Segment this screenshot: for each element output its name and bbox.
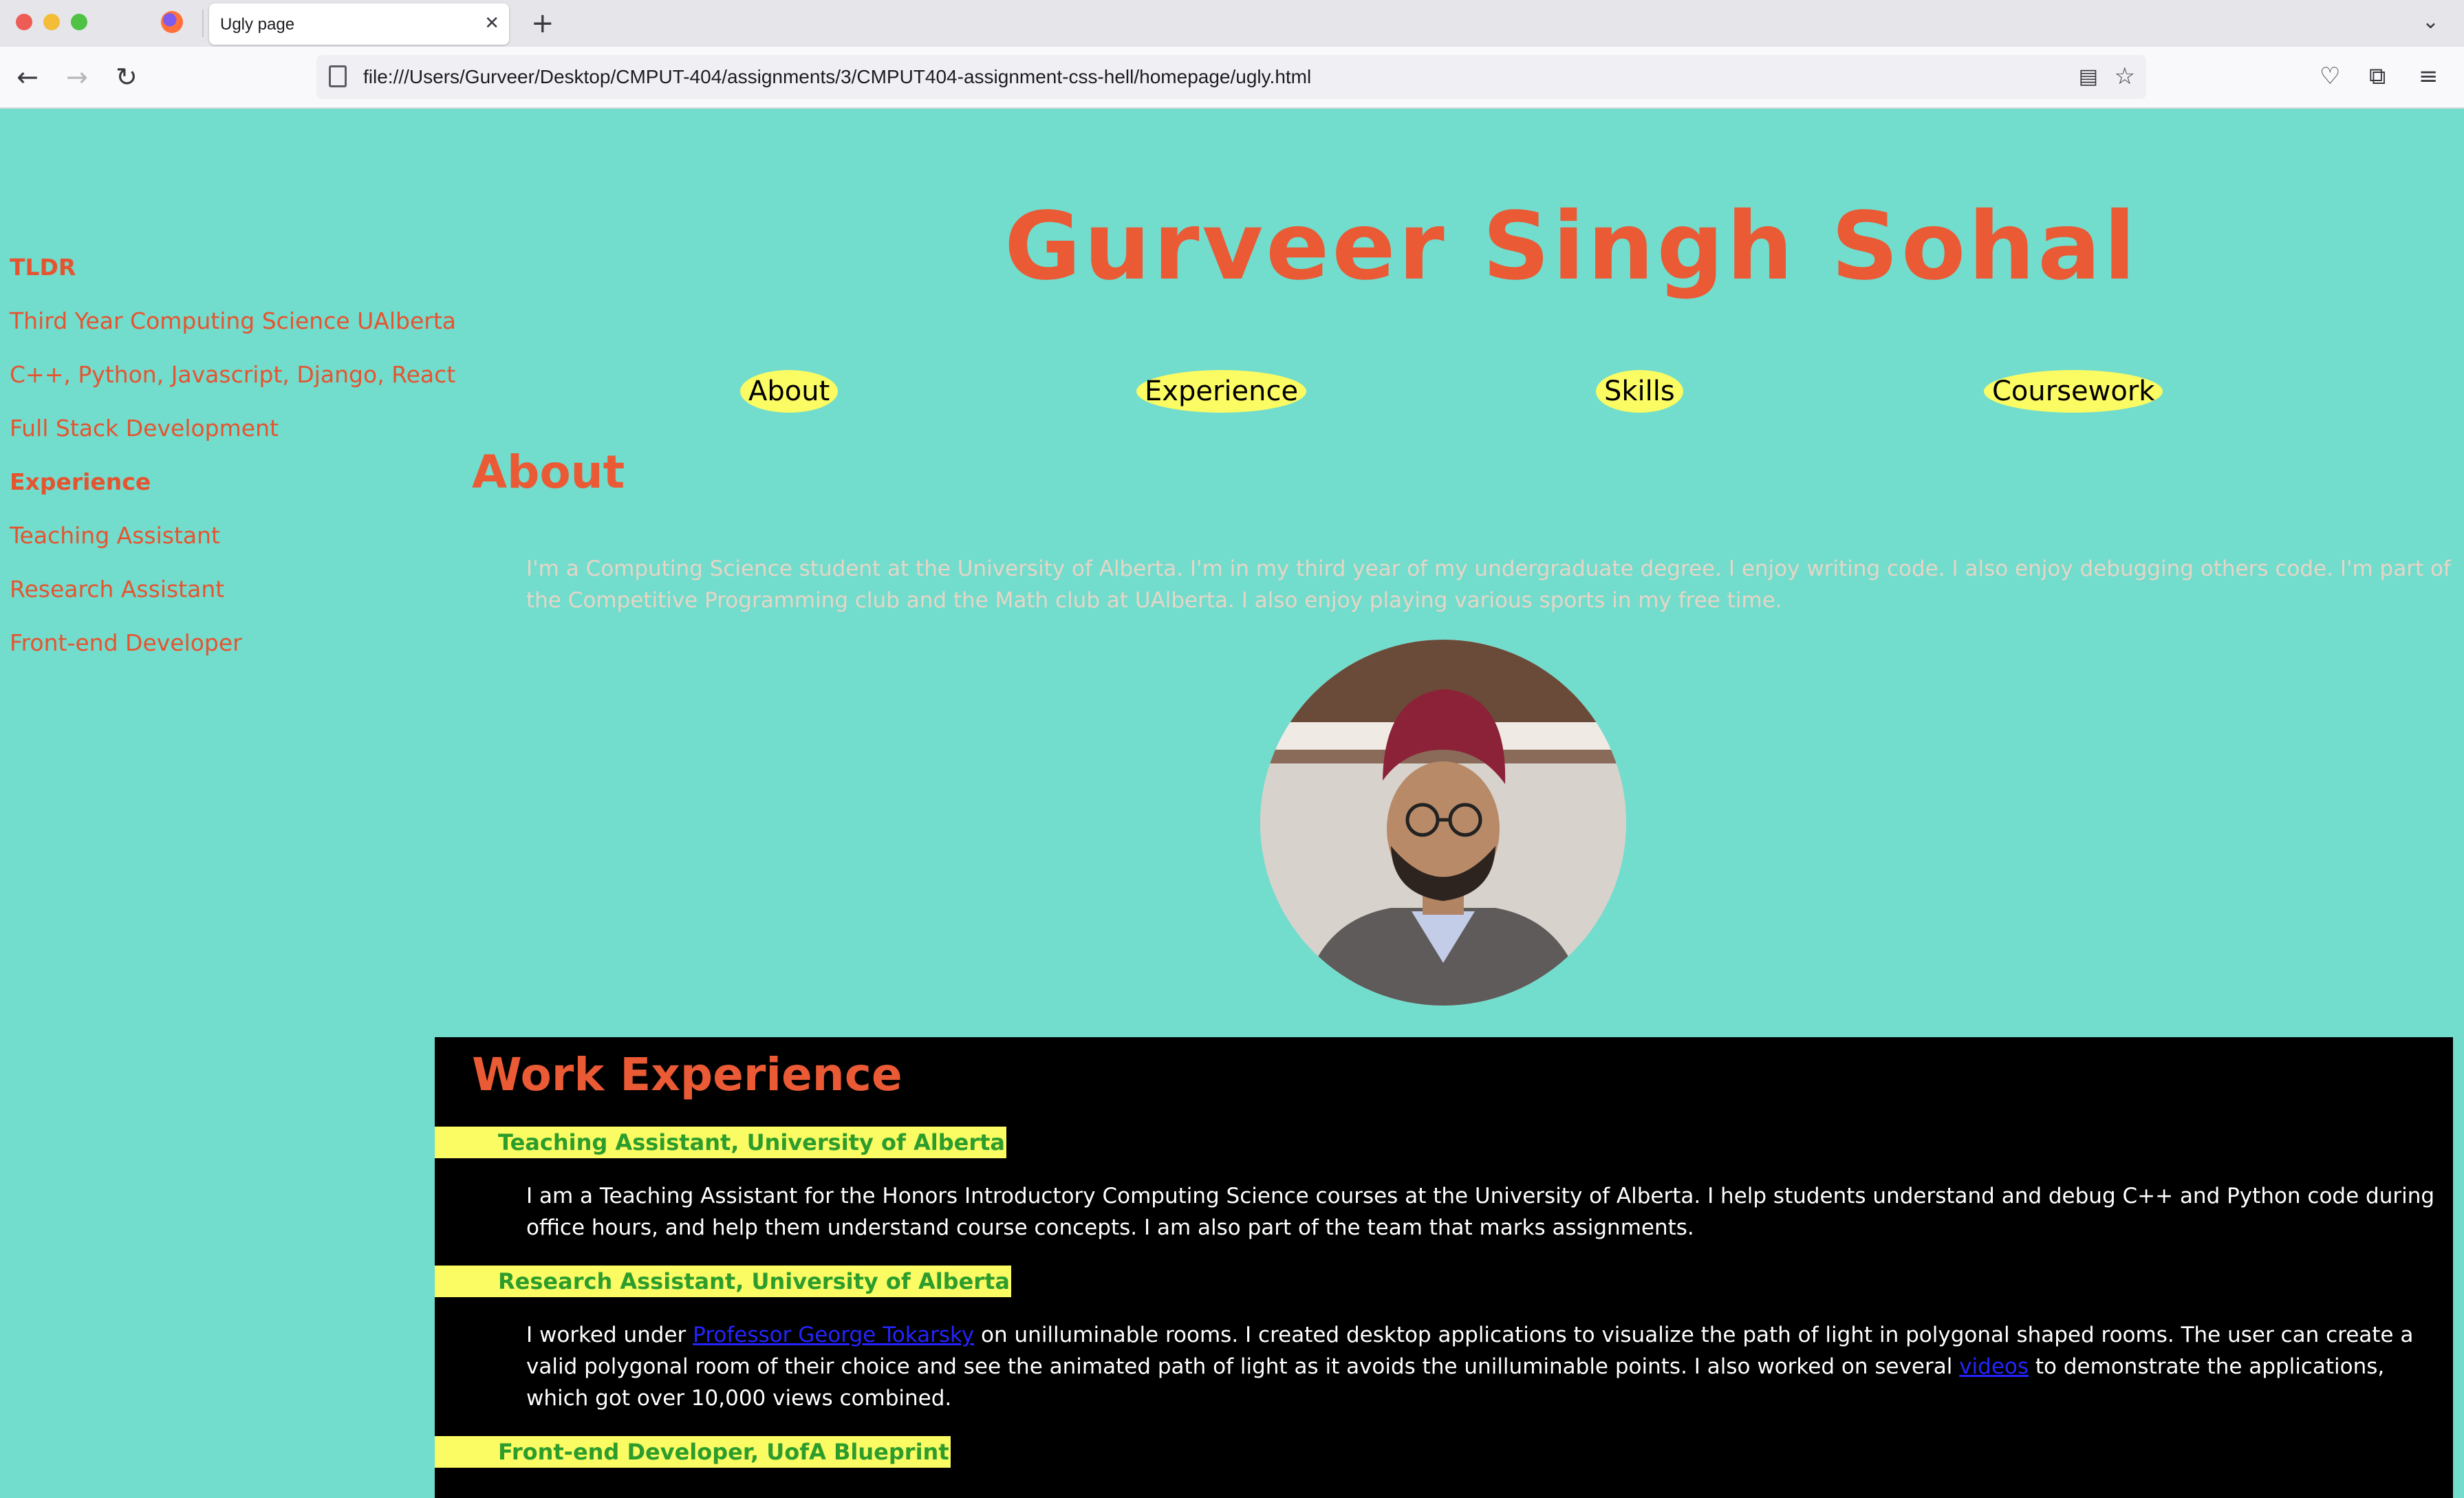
- new-tab-icon[interactable]: +: [531, 4, 554, 43]
- videos-link[interactable]: videos: [1959, 1354, 2029, 1379]
- sidebar-item-languages[interactable]: C++, Python, Javascript, Django, React: [10, 348, 456, 402]
- bookmark-star-icon[interactable]: ☆: [2115, 63, 2135, 89]
- window-maximize-button[interactable]: [71, 14, 87, 30]
- url-text[interactable]: file:///Users/Gurveer/Desktop/CMPUT-404/…: [363, 66, 1311, 88]
- nav-skills[interactable]: Skills: [1596, 370, 1683, 413]
- forward-icon[interactable]: →: [66, 62, 88, 92]
- page-content: TLDR Third Year Computing Science UAlber…: [0, 110, 2464, 1498]
- profile-photo: [1260, 640, 1626, 1006]
- back-icon[interactable]: ←: [17, 62, 39, 92]
- site-title: Gurveer Singh Sohal: [1004, 193, 2139, 301]
- sidebar-item-experience[interactable]: Experience: [10, 455, 456, 509]
- browser-nav-bar: ← → ↻ file:///Users/Gurveer/Desktop/CMPU…: [0, 47, 2464, 109]
- reload-icon[interactable]: ↻: [116, 62, 138, 92]
- job-title-research-assistant: Research Assistant, University of Albert…: [435, 1266, 1011, 1297]
- work-experience-section: Work Experience Teaching Assistant, Univ…: [435, 1037, 2453, 1498]
- work-experience-heading: Work Experience: [472, 1048, 903, 1101]
- tab-title: Ugly page: [220, 15, 295, 34]
- sidebar-item-research-assistant[interactable]: Research Assistant: [10, 563, 456, 616]
- firefox-icon[interactable]: [161, 11, 183, 33]
- reader-view-icon[interactable]: ▤: [2079, 65, 2098, 89]
- tab-divider: [202, 10, 204, 37]
- url-bar[interactable]: file:///Users/Gurveer/Desktop/CMPUT-404/…: [316, 55, 2146, 99]
- job-description-teaching-assistant: I am a Teaching Assistant for the Honors…: [526, 1184, 2435, 1240]
- tab-list-icon[interactable]: ⌄: [2422, 7, 2439, 37]
- sidebar: TLDR Third Year Computing Science UAlber…: [10, 241, 456, 670]
- sidebar-item-third-year[interactable]: Third Year Computing Science UAlberta: [10, 294, 456, 348]
- pocket-icon[interactable]: ♡: [2320, 61, 2340, 92]
- job-description-research-assistant: I worked under Professor George Tokarsky…: [526, 1319, 2452, 1414]
- about-heading: About: [472, 446, 625, 499]
- sidebar-item-full-stack[interactable]: Full Stack Development: [10, 402, 456, 455]
- nav-about[interactable]: About: [740, 370, 839, 413]
- window-minimize-button[interactable]: [43, 14, 60, 30]
- window-close-button[interactable]: [16, 14, 32, 30]
- page-icon: [329, 65, 347, 87]
- nav-coursework[interactable]: Coursework: [1984, 370, 2163, 413]
- sidebar-item-teaching-assistant[interactable]: Teaching Assistant: [10, 509, 456, 563]
- tab-close-icon[interactable]: ✕: [484, 12, 499, 35]
- browser-tab-bar: Ugly page ✕ + ⌄: [0, 0, 2464, 47]
- tab-ugly-page[interactable]: Ugly page ✕: [209, 3, 509, 45]
- professor-link[interactable]: Professor George Tokarsky: [693, 1323, 974, 1347]
- menu-icon[interactable]: ≡: [2419, 61, 2439, 92]
- extensions-icon[interactable]: ⧉: [2369, 61, 2386, 92]
- sidebar-item-front-end-developer[interactable]: Front-end Developer: [10, 616, 456, 670]
- job-title-front-end-developer: Front-end Developer, UofA Blueprint: [435, 1436, 951, 1468]
- nav-experience[interactable]: Experience: [1136, 370, 1307, 413]
- job-title-teaching-assistant: Teaching Assistant, University of Albert…: [435, 1127, 1007, 1158]
- job-text-segment: I worked under: [526, 1323, 693, 1347]
- sidebar-item-tldr[interactable]: TLDR: [10, 241, 456, 294]
- about-text: I'm a Computing Science student at the U…: [526, 556, 2451, 613]
